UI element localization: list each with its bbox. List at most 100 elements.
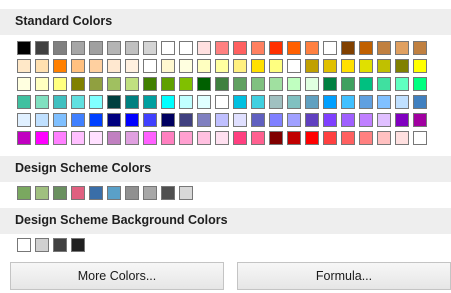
color-swatch[interactable]	[71, 77, 85, 91]
scheme-color-swatch[interactable]	[107, 186, 121, 200]
color-swatch[interactable]	[35, 113, 49, 127]
color-swatch[interactable]	[269, 95, 283, 109]
color-swatch[interactable]	[179, 95, 193, 109]
color-swatch[interactable]	[71, 95, 85, 109]
color-swatch[interactable]	[107, 131, 121, 145]
color-swatch[interactable]	[179, 59, 193, 73]
color-swatch[interactable]	[53, 131, 67, 145]
color-swatch[interactable]	[395, 77, 409, 91]
color-swatch[interactable]	[143, 95, 157, 109]
color-swatch[interactable]	[287, 41, 301, 55]
color-swatch[interactable]	[17, 41, 31, 55]
color-swatch[interactable]	[305, 113, 319, 127]
color-swatch[interactable]	[89, 113, 103, 127]
color-swatch[interactable]	[359, 41, 373, 55]
color-swatch[interactable]	[251, 77, 265, 91]
color-swatch[interactable]	[395, 59, 409, 73]
color-swatch[interactable]	[53, 95, 67, 109]
color-swatch[interactable]	[359, 59, 373, 73]
color-swatch[interactable]	[323, 113, 337, 127]
color-swatch[interactable]	[161, 41, 175, 55]
color-swatch[interactable]	[197, 131, 211, 145]
scheme-color-swatch[interactable]	[71, 186, 85, 200]
color-swatch[interactable]	[89, 77, 103, 91]
color-swatch[interactable]	[215, 59, 229, 73]
scheme-color-swatch[interactable]	[17, 186, 31, 200]
scheme-background-color-swatch[interactable]	[17, 238, 31, 252]
formula-button[interactable]: Formula...	[237, 262, 451, 290]
color-swatch[interactable]	[233, 41, 247, 55]
color-swatch[interactable]	[287, 131, 301, 145]
color-swatch[interactable]	[53, 113, 67, 127]
color-swatch[interactable]	[107, 77, 121, 91]
color-swatch[interactable]	[341, 95, 355, 109]
color-swatch[interactable]	[413, 131, 427, 145]
scheme-color-swatch[interactable]	[179, 186, 193, 200]
color-swatch[interactable]	[287, 113, 301, 127]
color-swatch[interactable]	[197, 77, 211, 91]
scheme-color-swatch[interactable]	[35, 186, 49, 200]
color-swatch[interactable]	[89, 59, 103, 73]
color-swatch[interactable]	[71, 131, 85, 145]
scheme-color-swatch[interactable]	[53, 186, 67, 200]
color-swatch[interactable]	[107, 95, 121, 109]
color-swatch[interactable]	[233, 95, 247, 109]
color-swatch[interactable]	[143, 113, 157, 127]
color-swatch[interactable]	[179, 41, 193, 55]
color-swatch[interactable]	[125, 41, 139, 55]
color-swatch[interactable]	[71, 113, 85, 127]
color-swatch[interactable]	[233, 113, 247, 127]
color-swatch[interactable]	[125, 113, 139, 127]
color-swatch[interactable]	[215, 95, 229, 109]
color-swatch[interactable]	[413, 59, 427, 73]
color-swatch[interactable]	[125, 77, 139, 91]
color-swatch[interactable]	[269, 77, 283, 91]
color-swatch[interactable]	[251, 59, 265, 73]
color-swatch[interactable]	[287, 59, 301, 73]
color-swatch[interactable]	[341, 59, 355, 73]
color-swatch[interactable]	[323, 95, 337, 109]
color-swatch[interactable]	[359, 77, 373, 91]
color-swatch[interactable]	[269, 41, 283, 55]
color-swatch[interactable]	[341, 77, 355, 91]
color-swatch[interactable]	[143, 59, 157, 73]
color-swatch[interactable]	[377, 95, 391, 109]
color-swatch[interactable]	[359, 113, 373, 127]
color-swatch[interactable]	[17, 95, 31, 109]
color-swatch[interactable]	[53, 41, 67, 55]
color-swatch[interactable]	[305, 131, 319, 145]
color-swatch[interactable]	[197, 59, 211, 73]
color-swatch[interactable]	[251, 131, 265, 145]
color-swatch[interactable]	[107, 41, 121, 55]
color-swatch[interactable]	[215, 41, 229, 55]
color-swatch[interactable]	[215, 131, 229, 145]
color-swatch[interactable]	[35, 77, 49, 91]
scheme-color-swatch[interactable]	[125, 186, 139, 200]
color-swatch[interactable]	[377, 41, 391, 55]
color-swatch[interactable]	[359, 95, 373, 109]
color-swatch[interactable]	[341, 41, 355, 55]
color-swatch[interactable]	[269, 113, 283, 127]
color-swatch[interactable]	[89, 131, 103, 145]
color-swatch[interactable]	[251, 95, 265, 109]
color-swatch[interactable]	[323, 131, 337, 145]
color-swatch[interactable]	[35, 131, 49, 145]
color-swatch[interactable]	[359, 131, 373, 145]
color-swatch[interactable]	[161, 77, 175, 91]
color-swatch[interactable]	[71, 59, 85, 73]
color-swatch[interactable]	[107, 59, 121, 73]
color-swatch[interactable]	[269, 59, 283, 73]
color-swatch[interactable]	[323, 59, 337, 73]
color-swatch[interactable]	[215, 77, 229, 91]
color-swatch[interactable]	[269, 131, 283, 145]
color-swatch[interactable]	[413, 77, 427, 91]
scheme-color-swatch[interactable]	[143, 186, 157, 200]
color-swatch[interactable]	[233, 131, 247, 145]
more-colors-button[interactable]: More Colors...	[10, 262, 224, 290]
color-swatch[interactable]	[35, 59, 49, 73]
color-swatch[interactable]	[305, 59, 319, 73]
color-swatch[interactable]	[341, 113, 355, 127]
color-swatch[interactable]	[125, 95, 139, 109]
scheme-background-color-swatch[interactable]	[71, 238, 85, 252]
color-swatch[interactable]	[233, 77, 247, 91]
